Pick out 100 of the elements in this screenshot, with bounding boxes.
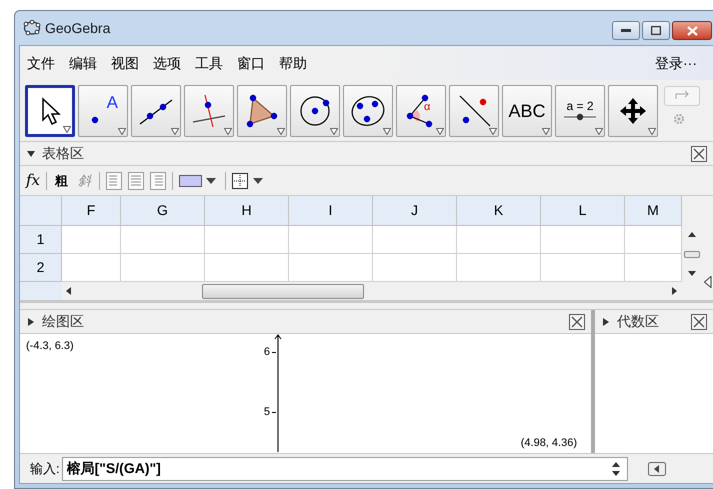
maximize-button[interactable] xyxy=(642,21,670,40)
triangle-icon xyxy=(244,94,280,128)
tool-button[interactable] xyxy=(449,84,499,136)
input-field[interactable]: 榕局["S/(GA)"] xyxy=(62,456,628,480)
column-header[interactable]: M xyxy=(625,196,682,226)
ellipse-icon xyxy=(350,94,386,128)
keyboard-toggle-icon[interactable] xyxy=(648,462,666,476)
tool-button[interactable]: α xyxy=(396,84,446,136)
bold-button[interactable]: 粗 xyxy=(53,170,70,190)
panel-title: 表格区 xyxy=(42,144,84,163)
close-panel-icon[interactable] xyxy=(569,314,585,330)
horizontal-scrollbar[interactable] xyxy=(62,282,682,300)
axis-tick-label: 5 xyxy=(262,405,270,420)
menu-item[interactable]: 编辑 xyxy=(62,52,104,74)
restore-icon xyxy=(651,26,661,35)
corner-coordinates: (4.98, 4.36) xyxy=(520,436,577,450)
table-cell[interactable] xyxy=(62,226,121,254)
scroll-right-icon[interactable] xyxy=(672,287,678,295)
close-icon xyxy=(686,26,698,36)
table-cell[interactable] xyxy=(205,226,289,254)
row-header[interactable]: 1 xyxy=(20,226,62,254)
collapse-arrow-icon[interactable] xyxy=(704,276,712,288)
collapse-triangle-icon[interactable] xyxy=(26,148,36,158)
dropdown-corner-icon xyxy=(118,128,126,134)
table-cell[interactable] xyxy=(541,226,625,254)
panel-title: 绘图区 xyxy=(42,312,84,331)
align-center-icon[interactable] xyxy=(128,172,144,190)
expand-triangle-icon[interactable] xyxy=(26,316,36,326)
spinner-icon[interactable] xyxy=(612,462,620,476)
table-cell[interactable] xyxy=(625,226,682,254)
menu-item[interactable]: 工具 xyxy=(188,52,230,74)
table-cell[interactable] xyxy=(62,254,121,282)
column-header[interactable]: F xyxy=(62,196,121,226)
panel-title: 代数区 xyxy=(617,312,659,331)
table-cell[interactable] xyxy=(121,226,205,254)
dropdown-corner-icon xyxy=(63,126,71,132)
tool-button[interactable]: a = 2 xyxy=(555,84,605,136)
dropdown-corner-icon xyxy=(383,128,391,134)
dropdown-corner-icon xyxy=(595,128,603,134)
tool-button[interactable]: A xyxy=(78,84,128,136)
formula-icon[interactable]: fx xyxy=(26,169,40,192)
menu-item[interactable]: 视图 xyxy=(104,52,146,74)
table-cell[interactable] xyxy=(457,254,541,282)
text-tool-button[interactable]: ABC xyxy=(502,84,552,136)
corner-cell[interactable] xyxy=(20,196,62,226)
table-cell[interactable] xyxy=(373,226,457,254)
column-header[interactable]: I xyxy=(289,196,373,226)
tool-button[interactable] xyxy=(131,84,181,136)
dropdown-corner-icon xyxy=(542,128,550,134)
login-link[interactable]: 登录··· xyxy=(655,52,697,74)
column-header[interactable]: G xyxy=(121,196,205,226)
tool-button[interactable] xyxy=(290,84,340,136)
app-logo-icon xyxy=(23,20,41,36)
tool-button[interactable] xyxy=(237,84,287,136)
minimize-icon xyxy=(621,28,631,32)
minimize-button[interactable] xyxy=(612,21,640,40)
window-title: GeoGebra xyxy=(45,18,110,38)
scroll-down-icon[interactable] xyxy=(688,271,696,276)
graphics-canvas[interactable]: (-4.3, 6.3) 6 5 (4.98, 4.36) xyxy=(20,334,591,453)
column-header[interactable]: K xyxy=(457,196,541,226)
row-header[interactable]: 2 xyxy=(20,254,62,282)
table-cell[interactable] xyxy=(289,226,373,254)
scroll-up-icon[interactable] xyxy=(688,232,696,237)
input-label: 输入: xyxy=(30,460,60,478)
perpendicular-line-icon xyxy=(191,94,227,128)
align-left-icon[interactable] xyxy=(106,172,122,190)
table-cell[interactable] xyxy=(121,254,205,282)
dropdown-corner-icon xyxy=(489,128,497,134)
expand-triangle-icon[interactable] xyxy=(601,316,611,326)
close-panel-icon[interactable] xyxy=(691,314,707,330)
close-button[interactable] xyxy=(672,21,712,40)
close-panel-icon[interactable] xyxy=(691,146,707,162)
tool-button[interactable] xyxy=(25,84,75,136)
scroll-left-icon[interactable] xyxy=(66,287,72,295)
tool-button[interactable] xyxy=(184,84,234,136)
column-header[interactable]: L xyxy=(541,196,625,226)
align-right-icon[interactable] xyxy=(150,172,166,190)
move-arrows-icon xyxy=(618,96,648,126)
axis-tick-label: 6 xyxy=(262,345,270,360)
table-cell[interactable] xyxy=(541,254,625,282)
dropdown-corner-icon xyxy=(330,128,338,134)
tool-button[interactable] xyxy=(343,84,393,136)
table-cell[interactable] xyxy=(373,254,457,282)
scroll-thumb[interactable] xyxy=(202,284,364,298)
menu-item[interactable]: 帮助 xyxy=(272,52,314,74)
column-header[interactable]: J xyxy=(373,196,457,226)
dropdown-corner-icon xyxy=(436,128,444,134)
table-cell[interactable] xyxy=(205,254,289,282)
dropdown-corner-icon xyxy=(648,128,656,134)
column-header[interactable]: H xyxy=(205,196,289,226)
menu-item[interactable]: 窗口 xyxy=(230,52,272,74)
menu-item[interactable]: 文件 xyxy=(20,52,62,74)
corner-coordinates: (-4.3, 6.3) xyxy=(26,339,74,354)
table-cell[interactable] xyxy=(289,254,373,282)
dropdown-corner-icon xyxy=(277,128,285,134)
table-cell[interactable] xyxy=(457,226,541,254)
table-cell[interactable] xyxy=(625,254,682,282)
scroll-thumb[interactable] xyxy=(684,250,700,258)
tool-button[interactable] xyxy=(608,84,658,136)
menu-item[interactable]: 选项 xyxy=(146,52,188,74)
